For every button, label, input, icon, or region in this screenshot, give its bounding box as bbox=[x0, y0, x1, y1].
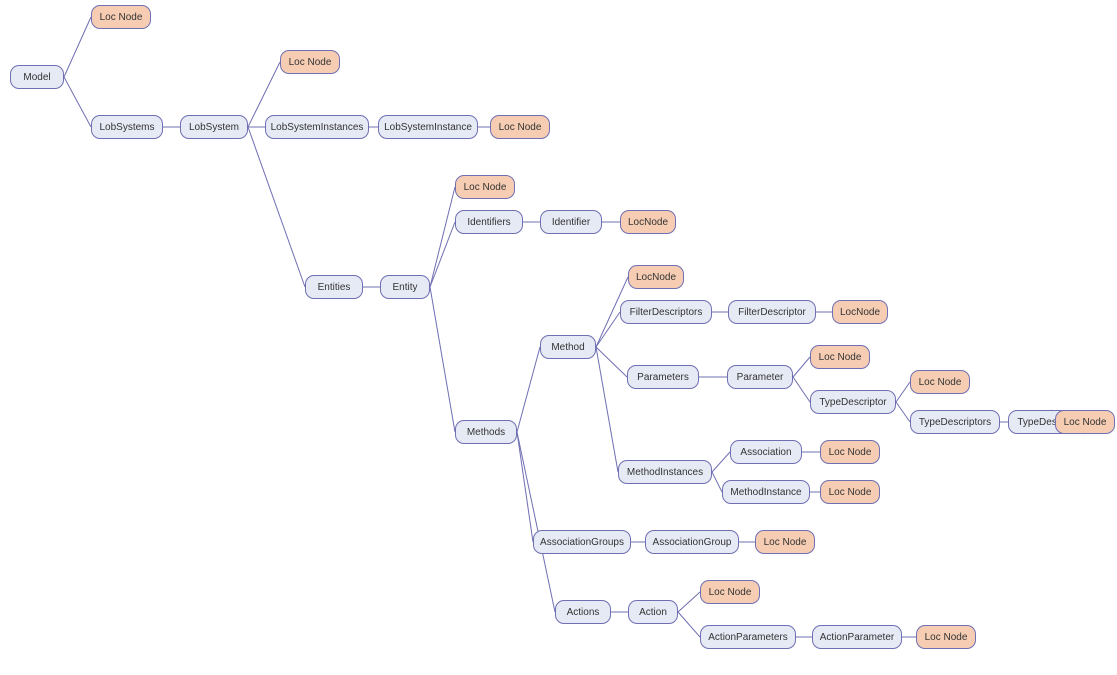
node-typedescriptor-2-loc: Loc Node bbox=[1055, 410, 1115, 434]
node-action-loc: Loc Node bbox=[700, 580, 760, 604]
node-parameter: Parameter bbox=[727, 365, 793, 389]
node-filterdescriptor: FilterDescriptor bbox=[728, 300, 816, 324]
node-filterdescriptor-loc: LocNode bbox=[832, 300, 888, 324]
node-model: Model bbox=[10, 65, 64, 89]
node-association-loc: Loc Node bbox=[820, 440, 880, 464]
node-association: Association bbox=[730, 440, 802, 464]
node-identifier: Identifier bbox=[540, 210, 602, 234]
node-method-loc: LocNode bbox=[628, 265, 684, 289]
node-methodinstance: MethodInstance bbox=[722, 480, 810, 504]
node-typedescriptor: TypeDescriptor bbox=[810, 390, 896, 414]
node-lobsystem-loc: Loc Node bbox=[280, 50, 340, 74]
node-method: Method bbox=[540, 335, 596, 359]
node-lobsystem: LobSystem bbox=[180, 115, 248, 139]
node-actionparameters: ActionParameters bbox=[700, 625, 796, 649]
node-entities: Entities bbox=[305, 275, 363, 299]
node-lobsysteminstance: LobSystemInstance bbox=[378, 115, 478, 139]
node-entity-loc: Loc Node bbox=[455, 175, 515, 199]
node-model-loc: Loc Node bbox=[91, 5, 151, 29]
node-actions: Actions bbox=[555, 600, 611, 624]
node-lobsysteminstances: LobSystemInstances bbox=[265, 115, 369, 139]
node-parameter-loc: Loc Node bbox=[810, 345, 870, 369]
node-parameters: Parameters bbox=[627, 365, 699, 389]
node-associationgroup-loc: Loc Node bbox=[755, 530, 815, 554]
node-associationgroup: AssociationGroup bbox=[645, 530, 739, 554]
node-entity: Entity bbox=[380, 275, 430, 299]
node-typedescriptor-loc: Loc Node bbox=[910, 370, 970, 394]
node-action: Action bbox=[628, 600, 678, 624]
node-actionparameter: ActionParameter bbox=[812, 625, 902, 649]
node-identifiers: Identifiers bbox=[455, 210, 523, 234]
node-filterdescriptors: FilterDescriptors bbox=[620, 300, 712, 324]
node-identifier-loc: LocNode bbox=[620, 210, 676, 234]
node-methods: Methods bbox=[455, 420, 517, 444]
node-lobsystems: LobSystems bbox=[91, 115, 163, 139]
node-associationgroups: AssociationGroups bbox=[533, 530, 631, 554]
node-methodinstance-loc: Loc Node bbox=[820, 480, 880, 504]
node-typedescriptors: TypeDescriptors bbox=[910, 410, 1000, 434]
node-lobsysteminstance-loc: Loc Node bbox=[490, 115, 550, 139]
node-methodinstances: MethodInstances bbox=[618, 460, 712, 484]
node-actionparameter-loc: Loc Node bbox=[916, 625, 976, 649]
